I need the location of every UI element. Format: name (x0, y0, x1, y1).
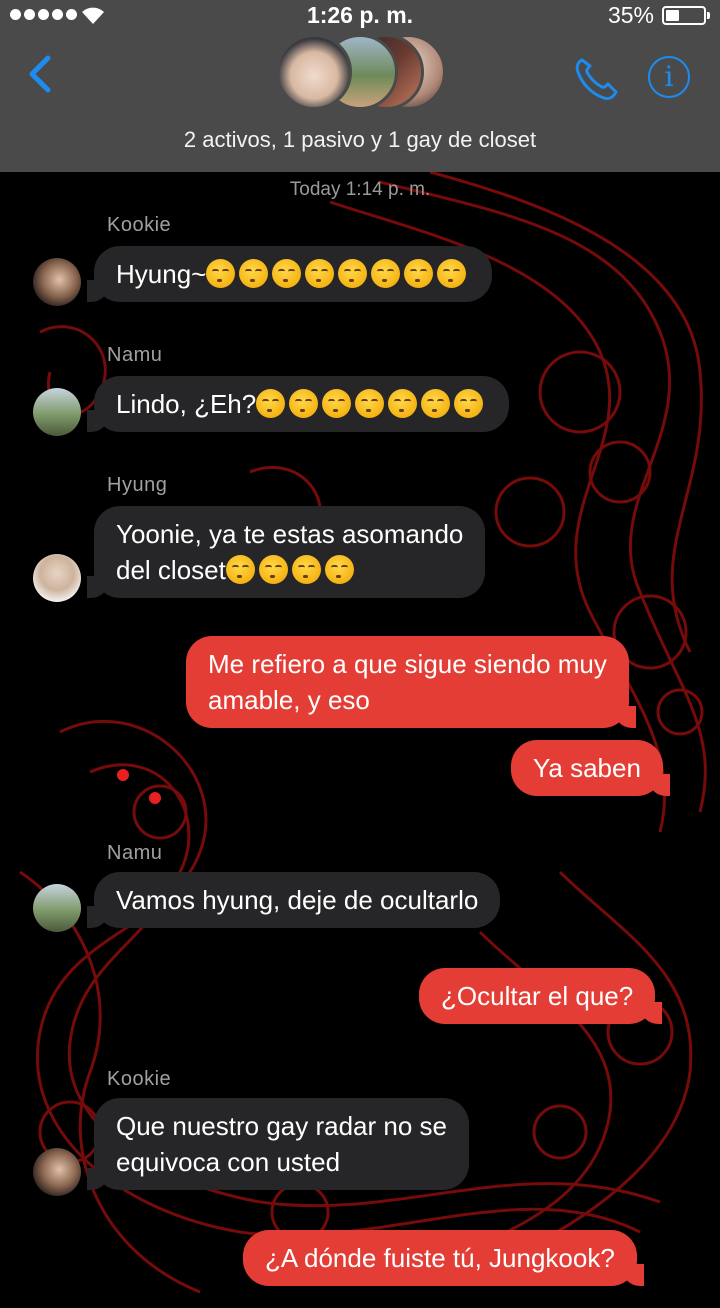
message-text: ¿Ocultar el que? (441, 981, 634, 1011)
battery-level-fill (666, 10, 679, 21)
outgoing-message[interactable]: Me refiero a que sigue siendo muy amable… (186, 636, 636, 728)
smirk-emoji-icon (404, 259, 434, 288)
avatar (33, 554, 81, 602)
info-icon[interactable]: i (648, 56, 690, 98)
smirk-emoji-icon (322, 389, 352, 418)
smirk-emoji-icon (338, 259, 368, 288)
incoming-message[interactable]: Que nuestro gay radar no se equivoca con… (87, 1098, 469, 1190)
smirk-emoji-icon (225, 555, 255, 584)
message-text-line: Que nuestro gay radar no se (116, 1111, 447, 1141)
smirk-emoji-icon (388, 389, 418, 418)
smirk-emoji-icon (256, 389, 286, 418)
incoming-message[interactable]: Yoonie, ya te estas asomando del closet (86, 506, 486, 598)
smirk-emoji-icon (291, 555, 321, 584)
smirk-emoji-icon (437, 259, 467, 288)
message-text: Vamos hyung, deje de ocultarlo (116, 885, 479, 915)
battery-icon (662, 6, 710, 25)
message-text-line: del closet (116, 555, 226, 585)
smirk-emoji-icon (206, 259, 236, 288)
message-text-line: amable, y eso (208, 685, 370, 715)
chevron-left-icon (29, 55, 51, 93)
battery-percent: 35% (607, 2, 654, 28)
avatar (33, 388, 81, 436)
group-avatars[interactable] (276, 34, 446, 110)
avatar (33, 1148, 81, 1196)
smirk-emoji-icon (355, 389, 385, 418)
avatar (33, 258, 81, 306)
group-avatar-1 (276, 34, 352, 110)
outgoing-message[interactable]: ¿Ocultar el que? (419, 968, 663, 1024)
message-text-line: equivoca con usted (116, 1147, 341, 1177)
message-text: Hyung~ (116, 259, 207, 289)
outgoing-message[interactable]: ¿A dónde fuiste tú, Jungkook? (243, 1230, 644, 1286)
smirk-emoji-icon (324, 555, 354, 584)
group-title[interactable]: 2 activos, 1 pasivo y 1 gay de closet (0, 127, 720, 153)
message-list[interactable]: Today 1:14 p. m. Kookie Hyung~ Namu Lind… (0, 172, 720, 1308)
sender-name: Namu (107, 842, 163, 864)
sender-name: Namu (107, 344, 163, 366)
smirk-emoji-icon (272, 259, 302, 288)
sender-name: Hyung (107, 474, 168, 496)
smirk-emoji-icon (305, 259, 335, 288)
back-button[interactable] (22, 52, 62, 96)
avatar (33, 884, 81, 932)
sender-name: Kookie (107, 214, 172, 236)
smirk-emoji-icon (258, 555, 288, 584)
message-text: ¿A dónde fuiste tú, Jungkook? (265, 1243, 615, 1273)
phone-icon (575, 58, 618, 100)
smirk-emoji-icon (256, 389, 487, 419)
chat-header: 1:26 p. m. 35% i 2 activos, 1 pasivo y 1… (0, 0, 720, 172)
smirk-emoji-icon (421, 389, 451, 418)
message-timestamp: Today 1:14 p. m. (289, 179, 431, 200)
message-text-line: Me refiero a que sigue siendo muy (208, 649, 607, 679)
message-text-line: Yoonie, ya te estas asomando (116, 519, 464, 549)
message-text: Lindo, ¿Eh? (116, 389, 257, 419)
smirk-emoji-icon (371, 259, 401, 288)
call-button[interactable] (572, 54, 620, 102)
incoming-message[interactable]: Hyung~ (86, 246, 493, 302)
incoming-message[interactable]: Vamos hyung, deje de ocultarlo (86, 872, 501, 928)
smirk-emoji-icon (206, 259, 470, 289)
smirk-emoji-icon (239, 259, 269, 288)
status-bar: 1:26 p. m. 35% (0, 0, 720, 30)
outgoing-message[interactable]: Ya saben (511, 740, 670, 796)
sender-name: Kookie (107, 1068, 172, 1090)
message-text: Ya saben (533, 753, 641, 783)
smirk-emoji-icon (454, 389, 484, 418)
smirk-emoji-icon (289, 389, 319, 418)
smirk-emoji-icon (225, 555, 358, 585)
incoming-message[interactable]: Lindo, ¿Eh? (86, 376, 510, 432)
